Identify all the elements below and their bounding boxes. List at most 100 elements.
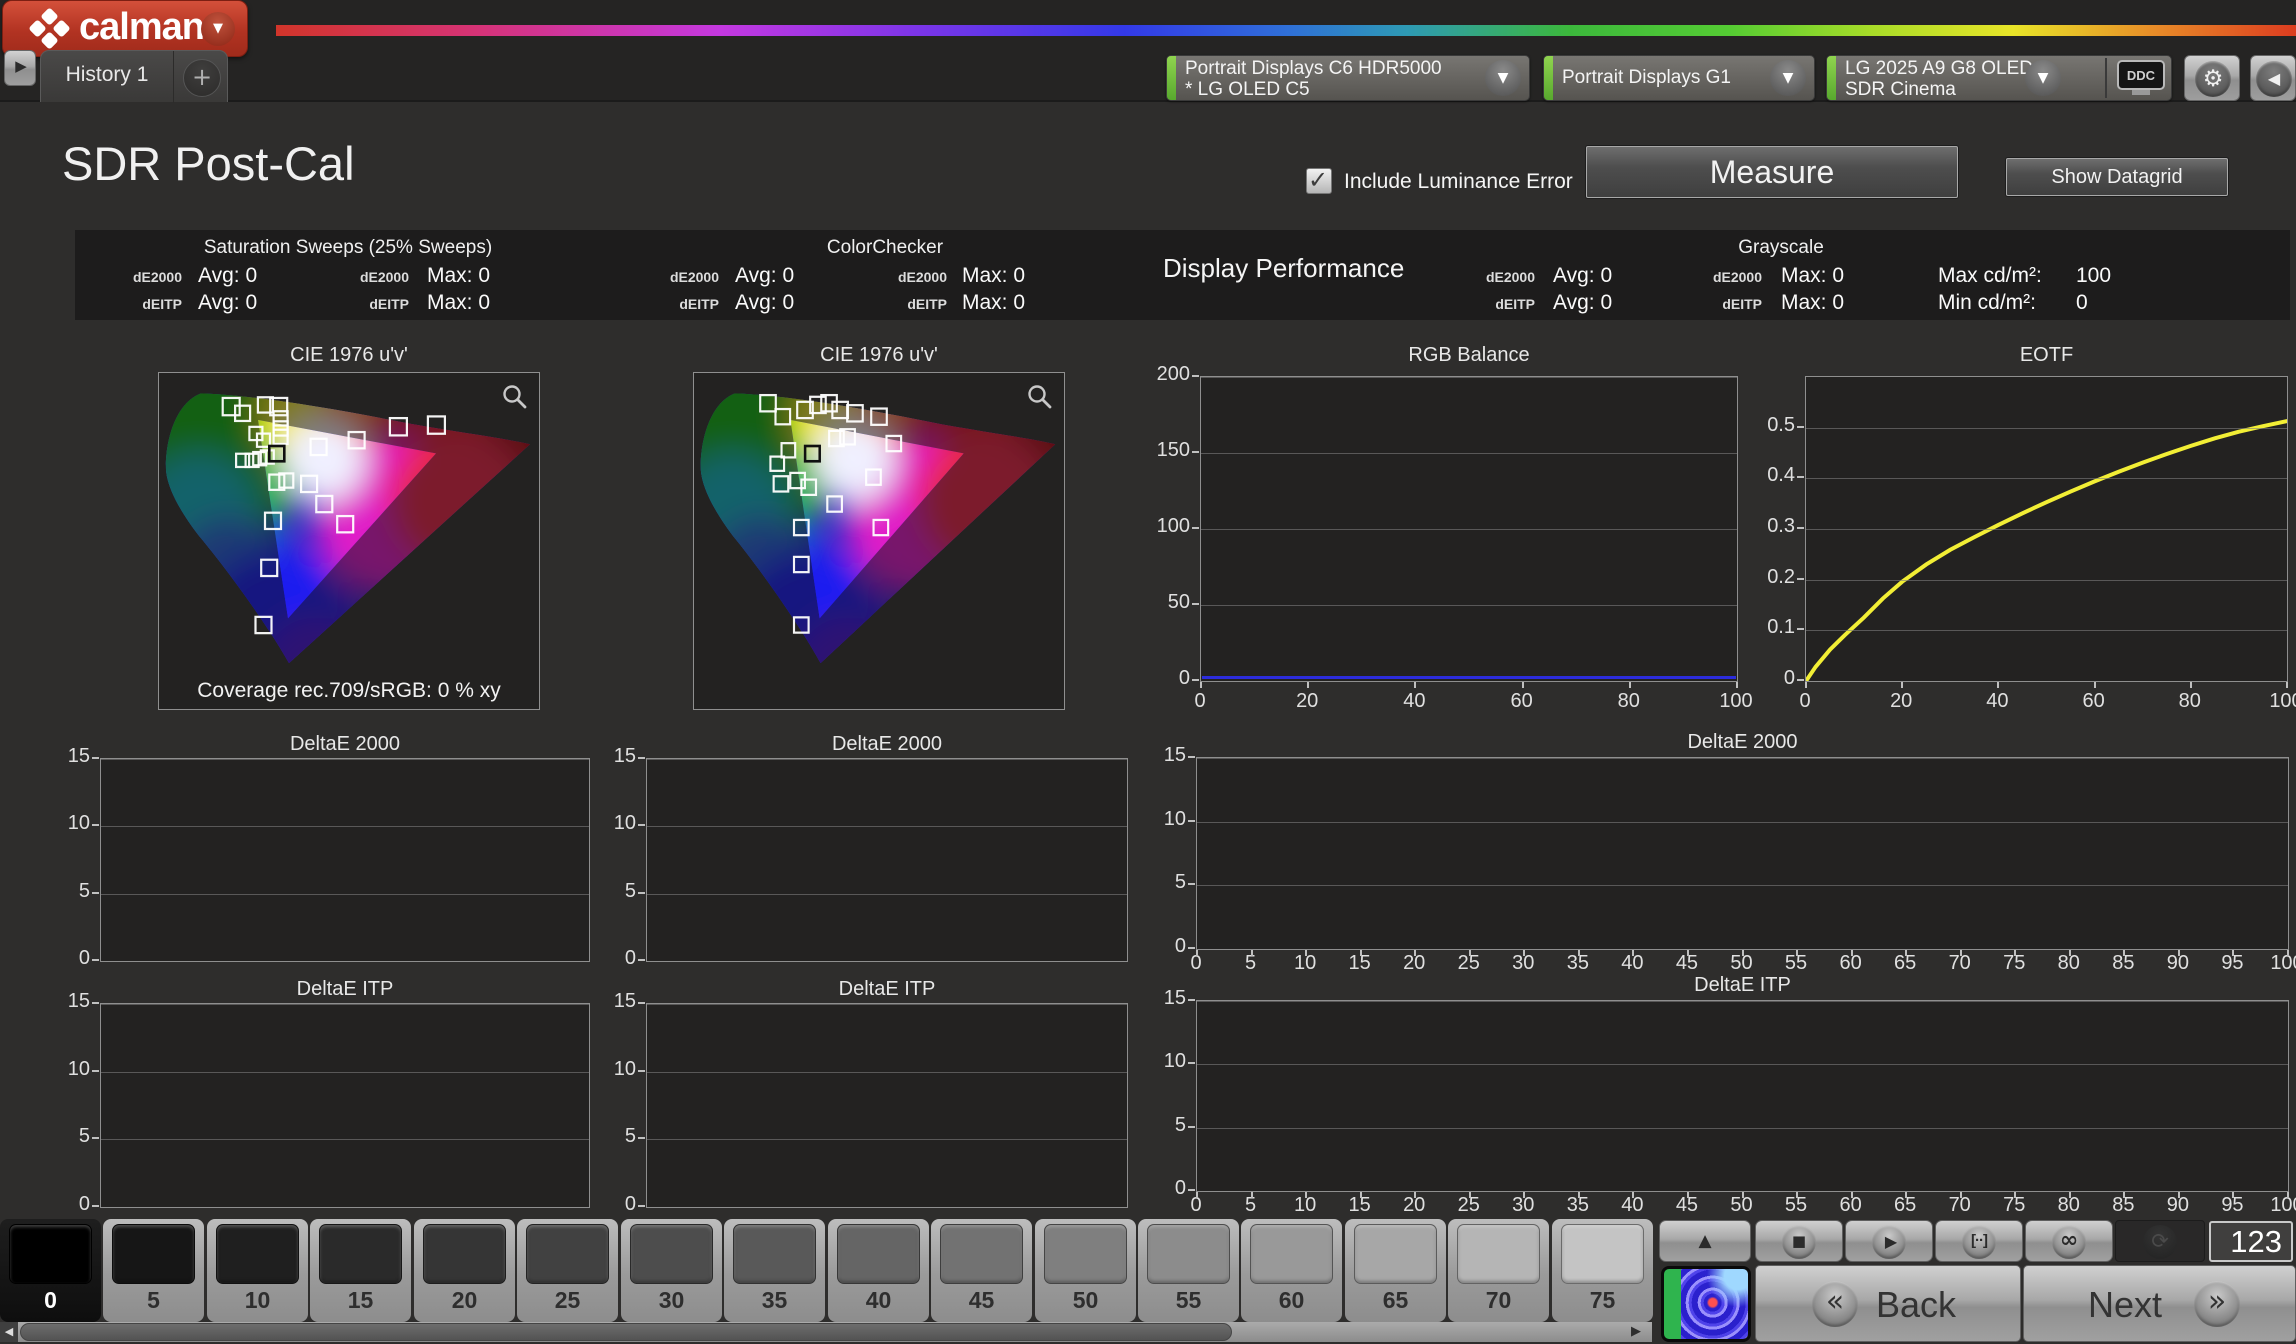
grayscale-step-button-5[interactable]: 5	[103, 1219, 204, 1322]
y-axis-tick	[1192, 375, 1199, 377]
grayscale-step-button-15[interactable]: 15	[310, 1219, 411, 1322]
x-axis-tick	[1577, 1192, 1580, 1198]
measure-button[interactable]: Measure	[1586, 146, 1958, 198]
grayscale-step-button-35[interactable]: 35	[724, 1219, 825, 1322]
play-button[interactable]: ▶	[1845, 1220, 1933, 1262]
x-axis-tick	[2068, 950, 2071, 956]
display-device-dropdown[interactable]: LG 2025 A9 G8 OLED SDR Cinema ▼ DDC	[1826, 55, 2172, 101]
magnifier-icon[interactable]	[1026, 383, 1054, 411]
tab-history-1[interactable]: History 1 +	[40, 50, 228, 103]
x-axis-tick	[1414, 1192, 1417, 1198]
gridline	[647, 1071, 1127, 1073]
horizontal-scrollbar[interactable]: ◀ ▶	[0, 1322, 1652, 1342]
grayscale-step-button-30[interactable]: 30	[621, 1219, 722, 1322]
y-axis-label: 0.4	[1767, 464, 1795, 487]
y-axis-label: 0.2	[1767, 565, 1795, 588]
single-measure-button[interactable]: [··]	[1935, 1220, 2023, 1262]
dropdown-arrow-icon[interactable]: ▼	[1485, 60, 1521, 96]
stat-value: Max: 0	[1781, 291, 1845, 314]
gridline	[1806, 427, 2287, 429]
x-axis-tick	[1686, 950, 1689, 956]
step-swatch	[1250, 1224, 1333, 1284]
step-label: 55	[1175, 1287, 1202, 1313]
pattern-up-button[interactable]: ▲	[1659, 1220, 1751, 1262]
scroll-right-icon[interactable]: ▶	[1626, 1322, 1646, 1342]
cie-chart-1-title: CIE 1976 u'v'	[290, 344, 408, 366]
grayscale-step-button-70[interactable]: 70	[1448, 1219, 1549, 1322]
deltae2000-grayscale-chart	[1196, 757, 2289, 950]
step-swatch	[630, 1224, 713, 1284]
y-axis-label: 10	[613, 812, 636, 835]
scroll-left-icon[interactable]: ◀	[0, 1322, 18, 1342]
stat-value: Avg: 0	[198, 291, 258, 314]
logo-dropdown-icon[interactable]: ▼	[201, 12, 235, 46]
y-axis-label: 15	[67, 990, 90, 1012]
ddc-icon[interactable]: DDC	[2117, 60, 2165, 90]
pattern-generator-dropdown[interactable]: Portrait Displays G1 ▼	[1543, 55, 1815, 101]
grayscale-step-button-0[interactable]: 0	[0, 1219, 101, 1322]
tab-scroll-left-button[interactable]: ▶	[4, 50, 36, 86]
grayscale-step-button-45[interactable]: 45	[931, 1219, 1032, 1322]
continuous-measure-button[interactable]: ∞	[2025, 1220, 2113, 1262]
step-label: 75	[1589, 1287, 1616, 1313]
show-datagrid-button[interactable]: Show Datagrid	[2006, 158, 2228, 196]
calman-logo-button[interactable]: calman ▼	[2, 0, 248, 57]
x-axis-tick	[2123, 950, 2126, 956]
step-swatch	[837, 1224, 920, 1284]
y-axis-tick	[638, 757, 645, 759]
grayscale-step-button-25[interactable]: 25	[517, 1219, 618, 1322]
x-axis-tick	[1850, 1192, 1853, 1198]
y-axis-tick	[1188, 1125, 1195, 1128]
y-axis-tick	[1188, 999, 1195, 1001]
y-axis-label: 5	[1174, 871, 1186, 894]
grayscale-step-button-75[interactable]: 75	[1552, 1219, 1653, 1322]
x-axis-tick	[1628, 682, 1631, 688]
collapse-panel-button[interactable]: ◀	[2250, 55, 2296, 101]
next-button[interactable]: Next »	[2023, 1265, 2296, 1342]
grayscale-step-button-40[interactable]: 40	[828, 1219, 929, 1322]
stat-label: dE2000	[1712, 269, 1762, 285]
stat-value: Avg: 0	[198, 264, 258, 287]
meter-device-dropdown[interactable]: Portrait Displays C6 HDR5000 * LG OLED C…	[1166, 55, 1530, 101]
y-axis-tick	[638, 959, 645, 961]
dropdown-arrow-icon[interactable]: ▼	[1770, 60, 1806, 96]
y-axis-label: 5	[624, 879, 636, 902]
grayscale-step-button-20[interactable]: 20	[414, 1219, 515, 1322]
grayscale-step-button-65[interactable]: 65	[1345, 1219, 1446, 1322]
refresh-button-disabled[interactable]: ⟳	[2115, 1220, 2205, 1262]
y-axis-label: 15	[1163, 744, 1186, 766]
y-axis-tick	[638, 1002, 645, 1004]
include-luminance-checkbox[interactable]: ✓	[1306, 166, 1332, 194]
up-arrow-icon: ▲	[1698, 1231, 1712, 1251]
stat-value: Avg: 0	[735, 291, 795, 314]
page-title: SDR Post-Cal	[62, 137, 355, 190]
grayscale-step-button-55[interactable]: 55	[1138, 1219, 1239, 1322]
dropdown-arrow-icon[interactable]: ▼	[2025, 60, 2061, 96]
tab-prev-icon: ▶	[15, 57, 27, 75]
test-pattern-thumbnail[interactable]	[1661, 1266, 1751, 1342]
include-luminance-label[interactable]: Include Luminance Error	[1344, 170, 1573, 194]
x-axis-label: 40	[1986, 690, 2009, 712]
grayscale-step-button-60[interactable]: 60	[1241, 1219, 1342, 1322]
add-tab-button[interactable]: +	[183, 59, 221, 97]
y-axis-tick	[1188, 756, 1195, 758]
stat-label: dEITP	[1495, 296, 1535, 312]
y-axis-label: 5	[624, 1125, 636, 1148]
y-axis-tick	[1797, 628, 1804, 631]
scrollbar-thumb[interactable]	[20, 1323, 1232, 1341]
grayscale-step-button-50[interactable]: 50	[1035, 1219, 1136, 1322]
grayscale-step-button-10[interactable]: 10	[207, 1219, 308, 1322]
x-axis-label: 100	[1719, 690, 1753, 712]
stat-value: Max: 0	[962, 291, 1026, 314]
y-axis-label: 10	[67, 812, 90, 835]
tab-label: History 1	[65, 63, 149, 86]
back-button[interactable]: « Back	[1755, 1265, 2021, 1342]
stop-button[interactable]: ■	[1755, 1220, 1843, 1262]
x-axis-tick	[1959, 950, 1962, 956]
gridline	[1197, 821, 2288, 823]
magnifier-icon[interactable]	[501, 383, 529, 411]
device-status-stripe	[1827, 56, 1836, 100]
settings-button[interactable]: ⚙	[2184, 55, 2240, 101]
y-axis-label: 0	[78, 1193, 90, 1215]
gridline	[647, 826, 1127, 828]
